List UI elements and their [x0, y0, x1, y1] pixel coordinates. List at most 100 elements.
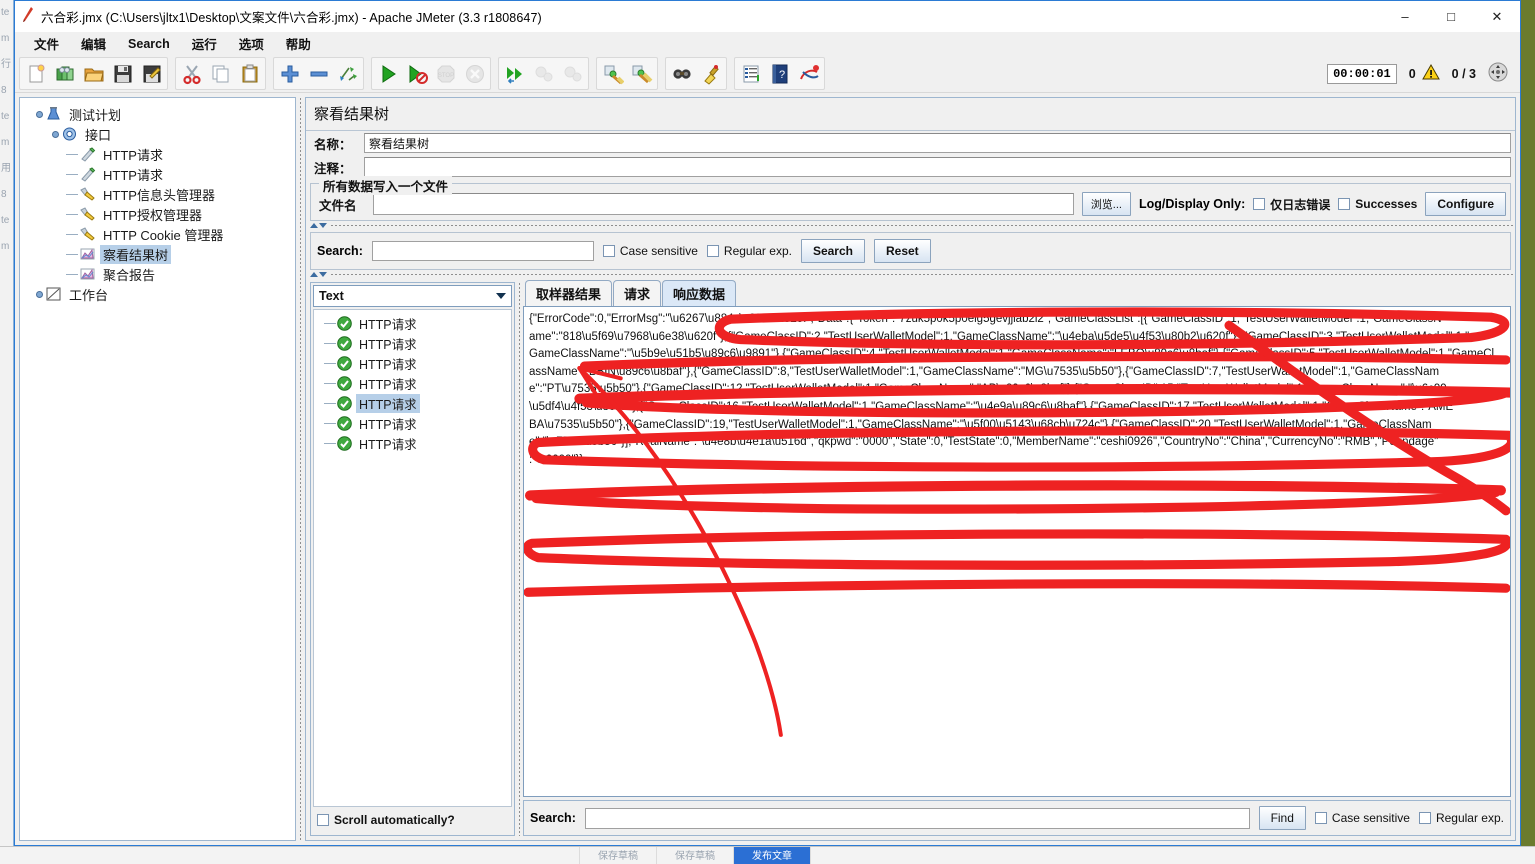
save-as-icon[interactable] — [137, 59, 166, 88]
tree-node[interactable]: 接口 — [28, 124, 291, 144]
warning-icon[interactable] — [1421, 63, 1440, 83]
undo-redo-icon[interactable] — [794, 59, 823, 88]
find-case-sensitive-box[interactable] — [1314, 812, 1327, 824]
toggle-icon[interactable] — [333, 59, 362, 88]
taskbar-item[interactable]: 保存草稿 — [580, 847, 657, 864]
scroll-automatically-box[interactable] — [317, 814, 329, 826]
remove-icon[interactable] — [304, 59, 333, 88]
find-case-sensitive-checkbox[interactable]: Case sensitive — [1314, 811, 1410, 825]
tree-expand-handle-icon[interactable] — [50, 129, 61, 140]
menu-options[interactable]: 选项 — [228, 31, 275, 56]
help-icon[interactable]: ? — [765, 59, 794, 88]
search-regex-checkbox[interactable]: Regular exp. — [706, 244, 792, 258]
configure-button[interactable]: Configure — [1425, 192, 1506, 216]
search-regex-box[interactable] — [706, 245, 719, 257]
clear-all-icon[interactable] — [627, 59, 656, 88]
collapse-bar-1[interactable] — [306, 221, 1515, 230]
function-helper-icon[interactable] — [736, 59, 765, 88]
test-plan-tree-pane[interactable]: 测试计划 接口 HTTP请求 HTTP请求 HTTP信息头管理器 HTTP授权管理器 HTT… — [19, 97, 296, 841]
tree-connector — [66, 153, 78, 155]
filename-input[interactable] — [373, 193, 1074, 215]
search-case-sensitive-checkbox[interactable]: Case sensitive — [602, 244, 698, 258]
successes-checkbox[interactable]: Successes — [1338, 197, 1417, 211]
list-item[interactable]: HTTP请求 — [314, 333, 511, 353]
browse-button[interactable]: 浏览... — [1081, 192, 1131, 216]
new-icon[interactable] — [21, 59, 50, 88]
minimize-button[interactable]: – — [1382, 1, 1428, 32]
list-item[interactable]: HTTP请求 — [314, 313, 511, 333]
results-vertical-splitter[interactable] — [515, 282, 523, 836]
search-reset-button[interactable]: Reset — [873, 239, 931, 263]
scroll-automatically-checkbox[interactable]: Scroll automatically? — [317, 813, 455, 827]
cut-icon[interactable] — [177, 59, 206, 88]
open-icon[interactable] — [79, 59, 108, 88]
start-no-timers-icon[interactable] — [402, 59, 431, 88]
tab-request[interactable]: 请求 — [613, 280, 662, 307]
taskbar-item[interactable]: 保存草稿 — [657, 847, 734, 864]
menu-edit[interactable]: 编辑 — [70, 31, 117, 56]
search-case-sensitive-box[interactable] — [602, 245, 615, 257]
search-icon[interactable] — [667, 59, 696, 88]
errors-only-box[interactable] — [1253, 198, 1266, 210]
success-icon — [337, 315, 352, 331]
tree-node[interactable]: 聚合报告 — [28, 264, 291, 284]
element-config-pane: 察看结果树 名称： 注释： 所有数据写入一个文件 文件名 浏览... Log/D… — [305, 97, 1516, 841]
find-button[interactable]: Find — [1258, 806, 1306, 830]
elapsed-timer: 00:00:01 — [1327, 63, 1397, 84]
find-regex-box[interactable] — [1418, 812, 1431, 824]
find-input[interactable] — [584, 807, 1250, 829]
comment-input[interactable] — [364, 157, 1511, 177]
list-item[interactable]: HTTP请求 — [314, 433, 511, 453]
errors-only-checkbox[interactable]: 仅日志错误 — [1253, 196, 1330, 213]
tree-node[interactable]: 测试计划 — [28, 104, 291, 124]
tree-node[interactable]: 工作台 — [28, 284, 291, 304]
add-icon[interactable] — [275, 59, 304, 88]
tree-node[interactable]: HTTP授权管理器 — [28, 204, 291, 224]
expand-icon[interactable] — [1488, 62, 1508, 85]
renderer-select[interactable]: Text — [313, 285, 512, 307]
copy-icon[interactable] — [206, 59, 235, 88]
save-icon[interactable] — [108, 59, 137, 88]
menu-run[interactable]: 运行 — [181, 31, 228, 56]
response-data-viewer[interactable]: {"ErrorCode":0,"ErrorMsg":"\u6267\u884c\… — [523, 306, 1511, 797]
successes-box[interactable] — [1338, 198, 1351, 210]
start-icon[interactable] — [373, 59, 402, 88]
close-button[interactable]: ✕ — [1474, 1, 1520, 32]
name-input[interactable] — [364, 133, 1511, 153]
toolbar-group — [19, 57, 168, 90]
search-input[interactable] — [371, 241, 594, 261]
maximize-button[interactable]: □ — [1428, 1, 1474, 32]
taskbar-item[interactable]: 发布文章 — [734, 847, 811, 864]
collapse-bar-2[interactable] — [306, 270, 1515, 279]
horizontal-splitter[interactable] — [296, 97, 305, 841]
tree-expand-handle-icon[interactable] — [34, 109, 45, 120]
tree-node[interactable]: 察看结果树 — [28, 244, 291, 264]
chevron-down-icon[interactable] — [491, 293, 511, 299]
tab-response-data[interactable]: 响应数据 — [662, 280, 737, 307]
remote-start-all-icon[interactable] — [500, 59, 529, 88]
tree-node[interactable]: HTTP请求 — [28, 144, 291, 164]
tab-sampler-result[interactable]: 取样器结果 — [525, 280, 613, 307]
tree-node[interactable]: HTTP信息头管理器 — [28, 184, 291, 204]
search-label: Search: — [317, 244, 363, 258]
menu-file[interactable]: 文件 — [23, 31, 70, 56]
clear-icon[interactable] — [598, 59, 627, 88]
list-item[interactable]: HTTP请求 — [314, 393, 511, 413]
search-bar: Search: Case sensitive Regular exp. Sear… — [310, 232, 1511, 270]
tree-node[interactable]: HTTP Cookie 管理器 — [28, 224, 291, 244]
paste-icon[interactable] — [235, 59, 264, 88]
list-item[interactable]: HTTP请求 — [314, 373, 511, 393]
comment-label: 注释： — [314, 161, 352, 176]
search-button[interactable]: Search — [800, 239, 865, 263]
search-reset-icon[interactable] — [696, 59, 725, 88]
tree-expand-handle-icon[interactable] — [34, 289, 45, 300]
menu-help[interactable]: 帮助 — [275, 31, 322, 56]
templates-icon[interactable] — [50, 59, 79, 88]
menu-search[interactable]: Search — [117, 34, 181, 54]
list-item[interactable]: HTTP请求 — [314, 413, 511, 433]
list-item[interactable]: HTTP请求 — [314, 353, 511, 373]
find-regex-checkbox[interactable]: Regular exp. — [1418, 811, 1504, 825]
sample-result-list[interactable]: HTTP请求 HTTP请求 HTTP请求 HTTP请求 HTTP请求 HTTP请求 HTTP… — [313, 309, 512, 807]
tree-node-label: 工作台 — [69, 287, 109, 303]
tree-node[interactable]: HTTP请求 — [28, 164, 291, 184]
